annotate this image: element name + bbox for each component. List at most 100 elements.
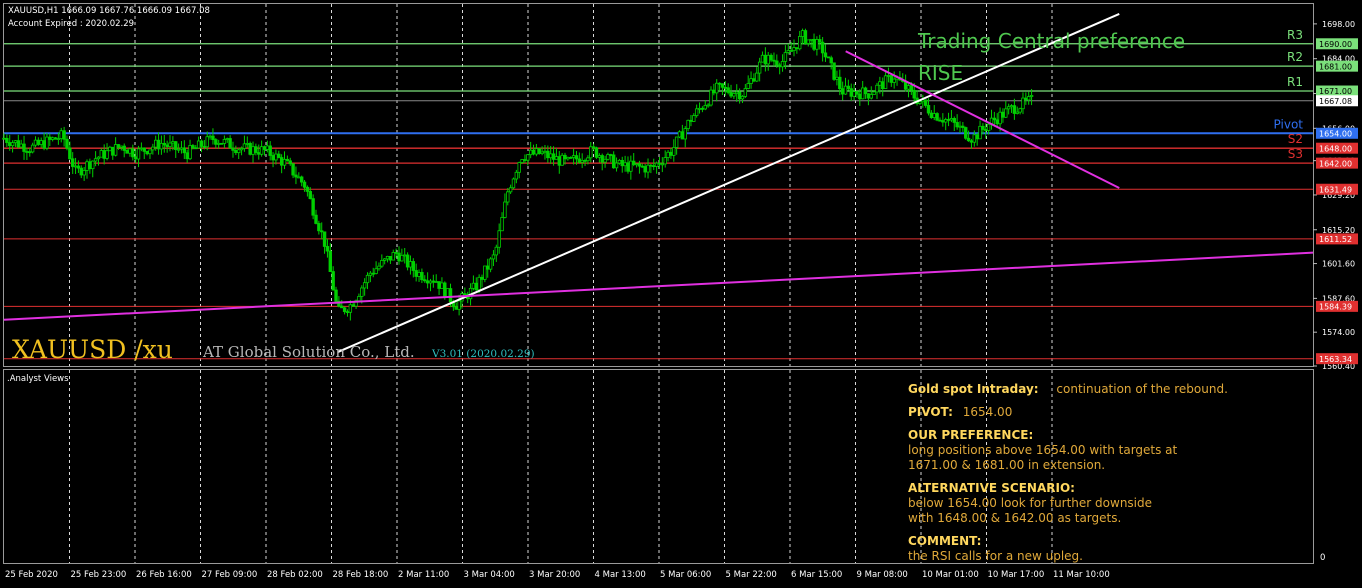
candle-body [986, 123, 991, 131]
brand-label: XAUUSD /xu [12, 335, 173, 364]
level-tag-label: 1681.00 [1319, 62, 1352, 71]
candle-body [981, 125, 985, 130]
current-price-tag-label: 1667.08 [1319, 97, 1352, 106]
candle-body [348, 304, 353, 313]
candle-body [526, 154, 530, 161]
candle-body [88, 161, 92, 170]
candle-body [743, 88, 748, 97]
candle-body [826, 56, 831, 59]
candle-body [174, 141, 178, 150]
candle-body [1004, 108, 1008, 118]
candle-body [82, 170, 86, 176]
candle-body [838, 76, 842, 90]
candle-body [377, 265, 381, 270]
candle-body [434, 281, 438, 283]
candle-body [591, 146, 596, 149]
time-tick-label: 27 Feb 09:00 [202, 570, 258, 580]
candle-body [322, 231, 327, 247]
candle-body [720, 83, 725, 88]
candle-body [961, 125, 965, 128]
candle-body [202, 146, 207, 148]
candle-body [248, 142, 252, 155]
candle-body [726, 87, 730, 93]
candle-body [735, 91, 739, 94]
candle-body [291, 163, 295, 176]
candle-body [228, 138, 232, 149]
candle-body [299, 176, 304, 183]
candle-body [912, 89, 916, 99]
candle-body [265, 145, 270, 150]
comment-line-1: the RSI calls for a new upleg. [908, 549, 1083, 563]
candle-body [918, 101, 922, 104]
candle-body [365, 274, 370, 284]
candle-body [13, 140, 18, 144]
candle-body [93, 158, 98, 162]
candle-body [142, 147, 146, 152]
candle-body [832, 62, 836, 80]
candle-body [543, 150, 547, 153]
candle-body [646, 164, 650, 173]
candle-body [268, 145, 272, 156]
candle-body [969, 140, 974, 143]
candle-body [5, 137, 9, 143]
candle-body [417, 272, 421, 277]
candle-body [171, 141, 175, 144]
candle-body [133, 156, 138, 160]
candle-body [840, 88, 845, 95]
candle-body [285, 158, 290, 162]
candle-body [368, 272, 373, 276]
candle-body [694, 108, 699, 116]
candle-body [600, 155, 604, 163]
candle-body [597, 155, 602, 158]
candle-body [205, 136, 209, 148]
candles [2, 28, 1034, 321]
candle-body [185, 152, 189, 160]
candle-body [554, 156, 559, 160]
candle-body [703, 104, 707, 110]
candle-body [780, 61, 785, 68]
candle-body [405, 254, 410, 268]
candle-body [154, 139, 158, 148]
candle-body [569, 157, 573, 159]
candle-body [829, 57, 833, 64]
candle-body [812, 38, 816, 50]
pivot-value: 1654.00 [962, 405, 1013, 419]
candle-body [119, 145, 124, 148]
candle-body [2, 137, 6, 140]
candle-body [792, 47, 796, 51]
candle-body [717, 82, 722, 85]
candle-body [594, 147, 599, 158]
candle-body [50, 137, 55, 140]
candle-body [454, 306, 458, 310]
candle-body [400, 254, 404, 262]
candle-body [491, 254, 496, 260]
candle-body [760, 54, 765, 63]
candle-body [131, 148, 135, 158]
candle-body [474, 282, 478, 291]
candle-body [76, 165, 81, 169]
candle-body [188, 145, 192, 160]
candle-body [531, 149, 536, 155]
candle-body [666, 151, 670, 158]
candle-body [1009, 105, 1014, 108]
candle-body [875, 84, 879, 93]
candle-body [823, 52, 828, 58]
candle-body [783, 52, 788, 62]
preference-value: RISE [918, 61, 963, 85]
candle-body [148, 149, 152, 155]
candle-body [606, 154, 610, 160]
candle-body [740, 96, 745, 100]
candle-body [674, 136, 679, 148]
candle-body [860, 87, 865, 100]
time-tick-label: 2 Mar 11:00 [398, 570, 449, 580]
candle-body [102, 150, 106, 159]
candle-body [611, 154, 616, 169]
candle-body [869, 94, 873, 99]
candle-body [208, 135, 212, 138]
candle-body [483, 265, 487, 280]
candle-body [946, 119, 951, 121]
alternative-label: ALTERNATIVE SCENARIO: [908, 481, 1075, 495]
candle-body [680, 131, 685, 140]
candle-body [629, 160, 633, 172]
candle-body [262, 146, 267, 150]
